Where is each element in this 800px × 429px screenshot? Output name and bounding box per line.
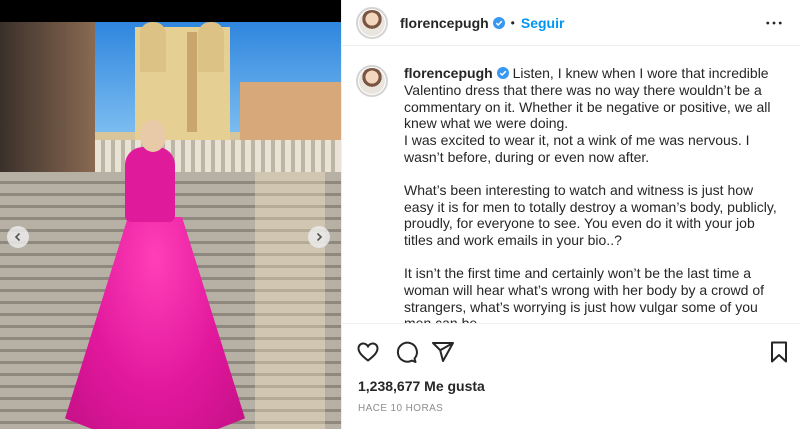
post-timestamp[interactable]: HACE 10 HORAS [358,403,443,414]
caption-text: florencepugh Listen, I knew when I wore … [404,65,779,324]
photo-obelisk [187,32,197,132]
photo-building-right [240,82,341,142]
post-actions [356,340,791,364]
carousel-prev-button[interactable] [7,226,29,248]
caption-area[interactable]: florencepugh Listen, I knew when I wore … [342,47,800,324]
photo-tower-left [140,22,166,72]
comment-icon [396,341,418,363]
photo-tower-right [198,22,224,72]
photo-light-streak [255,172,325,429]
avatar-image [359,9,385,36]
header-separator: • [510,15,515,30]
caption-username[interactable]: florencepugh [404,65,493,81]
avatar[interactable] [356,6,388,39]
post-photo[interactable] [0,22,341,429]
more-options-button[interactable] [765,14,783,32]
share-icon [432,342,454,362]
comment-button[interactable] [394,340,418,364]
caption-paragraph-2: I was excited to wear it, not a wink of … [404,132,750,165]
caption-paragraph-4: It isn’t the first time and certainly wo… [404,264,765,324]
carousel-next-button[interactable] [308,226,330,248]
caption-row: florencepugh Listen, I knew when I wore … [356,65,787,324]
header-username[interactable]: florencepugh [400,15,489,31]
chevron-left-icon [14,232,21,242]
likes-count[interactable]: 1,238,677 Me gusta [358,378,485,394]
post-media[interactable] [0,0,341,429]
post-header: florencepugh • Seguir [342,0,800,46]
heart-icon [357,342,379,362]
photo-person-head [140,120,166,152]
bookmark-icon [771,341,787,363]
avatar-image [359,68,385,94]
follow-button[interactable]: Seguir [521,15,565,31]
caption-avatar[interactable] [356,65,388,97]
like-button[interactable] [356,340,380,364]
more-options-icon [766,21,782,25]
save-button[interactable] [767,340,791,364]
photo-dress-top [125,147,175,222]
verified-badge-icon [492,16,505,29]
caption-paragraph-3: What’s been interesting to watch and wit… [404,181,777,249]
chevron-right-icon [316,232,323,242]
caption-paragraph-1: florencepugh Listen, I knew when I wore … [404,65,779,132]
post-sidebar: florencepugh • Seguir florencepugh Liste… [341,0,800,429]
share-button[interactable] [431,340,455,364]
verified-badge-icon [496,67,509,79]
